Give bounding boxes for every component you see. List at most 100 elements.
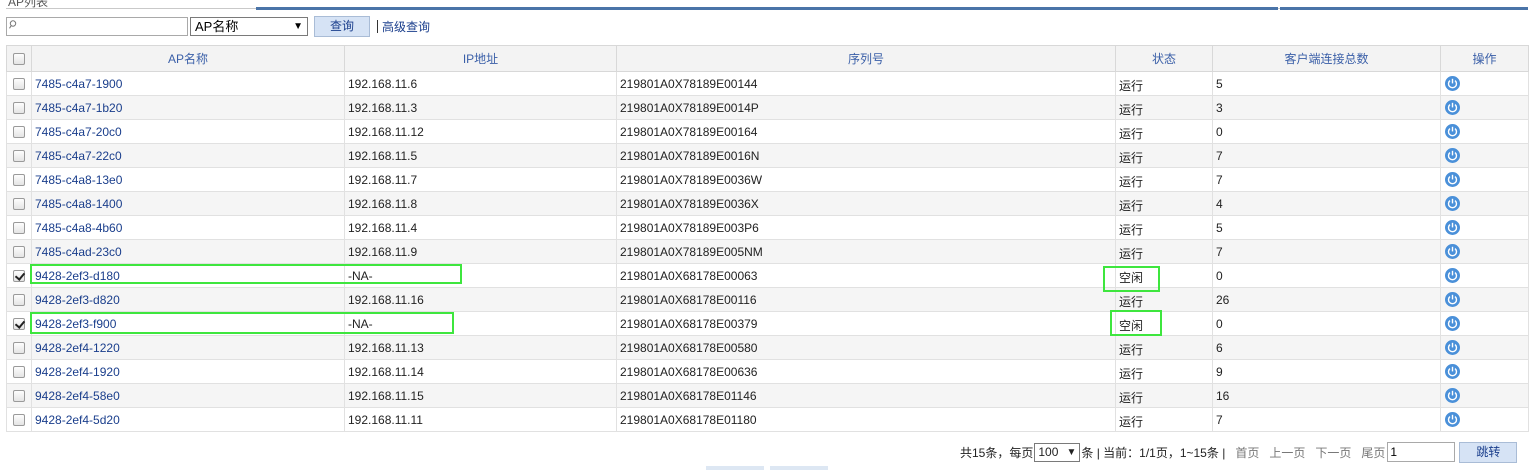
row-select-cell[interactable] xyxy=(6,143,32,168)
column-header-status[interactable]: 状态 xyxy=(1115,45,1213,72)
power-icon[interactable] xyxy=(1445,76,1460,92)
row-select-cell[interactable] xyxy=(6,359,32,384)
ap-name-link[interactable]: 9428-2ef3-d180 xyxy=(35,269,120,283)
table-row[interactable]: 7485-c4a7-1900 192.168.11.6 219801A0X78189… xyxy=(6,71,1529,96)
column-header-clients[interactable]: 客户端连接总数 xyxy=(1212,45,1441,72)
power-icon[interactable] xyxy=(1445,244,1460,260)
row-checkbox[interactable] xyxy=(13,246,25,259)
last-page-link[interactable]: 尾页 xyxy=(1361,444,1385,461)
table-row[interactable]: 7485-c4a8-13e0 192.168.11.7 219801A0X78189… xyxy=(6,167,1529,192)
row-checkbox[interactable] xyxy=(13,174,25,187)
row-checkbox[interactable] xyxy=(13,102,25,115)
ap-name-link[interactable]: 7485-c4a7-20c0 xyxy=(35,125,122,139)
prev-page-link[interactable]: 上一页 xyxy=(1269,444,1305,461)
ap-name-link[interactable]: 7485-c4ad-23c0 xyxy=(35,245,122,259)
row-checkbox[interactable] xyxy=(13,198,25,211)
power-icon[interactable] xyxy=(1445,292,1460,308)
ip-cell: 192.168.11.13 xyxy=(344,335,617,360)
table-row[interactable]: 7485-c4a8-4b60 192.168.11.4 219801A0X78189… xyxy=(6,215,1529,240)
ap-name-link[interactable]: 9428-2ef3-f900 xyxy=(35,317,116,331)
power-icon[interactable] xyxy=(1445,148,1460,164)
row-checkbox[interactable] xyxy=(13,366,25,379)
ap-name-link[interactable]: 9428-2ef4-1220 xyxy=(35,341,120,355)
power-icon[interactable] xyxy=(1445,412,1460,428)
ap-name-link[interactable]: 9428-2ef4-1920 xyxy=(35,365,120,379)
row-select-cell[interactable] xyxy=(6,335,32,360)
row-checkbox[interactable] xyxy=(13,222,25,235)
table-row[interactable]: 7485-c4a7-1b20 192.168.11.3 219801A0X78189… xyxy=(6,95,1529,120)
row-select-cell[interactable] xyxy=(6,407,32,432)
ap-name-link[interactable]: 7485-c4a8-1400 xyxy=(35,197,122,211)
table-row[interactable]: 9428-2ef4-58e0 192.168.11.15 219801A0X6817… xyxy=(6,383,1529,408)
row-checkbox[interactable] xyxy=(13,78,25,91)
column-header-ip[interactable]: IP地址 xyxy=(344,45,617,72)
row-select-cell[interactable] xyxy=(6,383,32,408)
row-checkbox[interactable] xyxy=(13,270,25,283)
power-icon[interactable] xyxy=(1445,172,1460,188)
row-checkbox[interactable] xyxy=(13,150,25,163)
table-row[interactable]: 7485-c4a7-20c0 192.168.11.12 219801A0X7818… xyxy=(6,119,1529,144)
row-select-cell[interactable] xyxy=(6,167,32,192)
row-select-cell[interactable] xyxy=(6,119,32,144)
next-page-link[interactable]: 下一页 xyxy=(1315,444,1351,461)
ap-name-link[interactable]: 9428-2ef4-5d20 xyxy=(35,413,120,427)
power-icon[interactable] xyxy=(1445,220,1460,236)
status-cell: 运行 xyxy=(1115,215,1213,240)
search-input[interactable] xyxy=(6,16,188,36)
power-icon[interactable] xyxy=(1445,196,1460,212)
table-row[interactable]: 9428-2ef4-1920 192.168.11.14 219801A0X6817… xyxy=(6,359,1529,384)
row-select-cell[interactable] xyxy=(6,263,32,288)
table-row[interactable]: 9428-2ef4-5d20 192.168.11.11 219801A0X6817… xyxy=(6,407,1529,432)
table-row[interactable]: 9428-2ef3-d820 192.168.11.16 219801A0X6817… xyxy=(6,287,1529,312)
actions-cell xyxy=(1440,359,1529,384)
row-select-cell[interactable] xyxy=(6,191,32,216)
jump-button[interactable]: 跳转 xyxy=(1459,441,1518,463)
row-checkbox[interactable] xyxy=(13,318,25,331)
table-row[interactable]: 7485-c4a7-22c0 192.168.11.5 219801A0X78189… xyxy=(6,143,1529,168)
power-icon[interactable] xyxy=(1445,340,1460,356)
column-header-ap-name[interactable]: AP名称 xyxy=(31,45,345,72)
ap-name-link[interactable]: 7485-c4a7-1900 xyxy=(35,77,122,91)
ap-name-link[interactable]: 7485-c4a8-13e0 xyxy=(35,173,122,187)
power-icon[interactable] xyxy=(1445,268,1460,284)
page-number-input[interactable] xyxy=(1387,442,1456,462)
table-row[interactable]: 9428-2ef3-d180 -NA- 219801A0X68178E00063 空闲… xyxy=(6,263,1529,288)
table-row[interactable]: 9428-2ef3-f900 -NA- 219801A0X68178E00379 空闲… xyxy=(6,311,1529,336)
table-row[interactable]: 7485-c4a8-1400 192.168.11.8 219801A0X78189… xyxy=(6,191,1529,216)
row-checkbox[interactable] xyxy=(13,342,25,355)
page-size-select[interactable]: 100 ▼ xyxy=(1034,442,1081,462)
row-select-cell[interactable] xyxy=(6,95,32,120)
row-select-cell[interactable] xyxy=(6,215,32,240)
ap-name-link[interactable]: 9428-2ef4-58e0 xyxy=(35,389,120,403)
search-icon xyxy=(9,20,17,29)
power-icon[interactable] xyxy=(1445,100,1460,116)
power-icon[interactable] xyxy=(1445,364,1460,380)
ap-name-link[interactable]: 7485-c4a7-22c0 xyxy=(35,149,122,163)
row-checkbox[interactable] xyxy=(13,414,25,427)
power-icon[interactable] xyxy=(1445,388,1460,404)
query-button[interactable]: 查询 xyxy=(314,15,370,37)
clients-cell: 7 xyxy=(1212,167,1441,192)
select-all-checkbox[interactable] xyxy=(13,53,25,66)
column-header-serial[interactable]: 序列号 xyxy=(616,45,1116,72)
serial-cell: 219801A0X68178E01180 xyxy=(616,407,1116,432)
row-checkbox[interactable] xyxy=(13,126,25,139)
power-icon[interactable] xyxy=(1445,316,1460,332)
table-row[interactable]: 9428-2ef4-1220 192.168.11.13 219801A0X6817… xyxy=(6,335,1529,360)
ap-name-link[interactable]: 7485-c4a7-1b20 xyxy=(35,101,122,115)
serial-cell: 219801A0X68178E00636 xyxy=(616,359,1116,384)
table-row[interactable]: 7485-c4ad-23c0 192.168.11.9 219801A0X78189… xyxy=(6,239,1529,264)
select-all-cell[interactable] xyxy=(6,45,32,72)
ap-name-link[interactable]: 9428-2ef3-d820 xyxy=(35,293,120,307)
row-select-cell[interactable] xyxy=(6,311,32,336)
search-field-select[interactable]: AP名称 ▼ xyxy=(190,16,308,36)
row-checkbox[interactable] xyxy=(13,294,25,307)
row-select-cell[interactable] xyxy=(6,287,32,312)
first-page-link[interactable]: 首页 xyxy=(1235,444,1259,461)
row-checkbox[interactable] xyxy=(13,390,25,403)
row-select-cell[interactable] xyxy=(6,71,32,96)
ap-name-link[interactable]: 7485-c4a8-4b60 xyxy=(35,221,122,235)
row-select-cell[interactable] xyxy=(6,239,32,264)
power-icon[interactable] xyxy=(1445,124,1460,140)
advanced-query-link[interactable]: 高级查询 xyxy=(382,18,430,35)
